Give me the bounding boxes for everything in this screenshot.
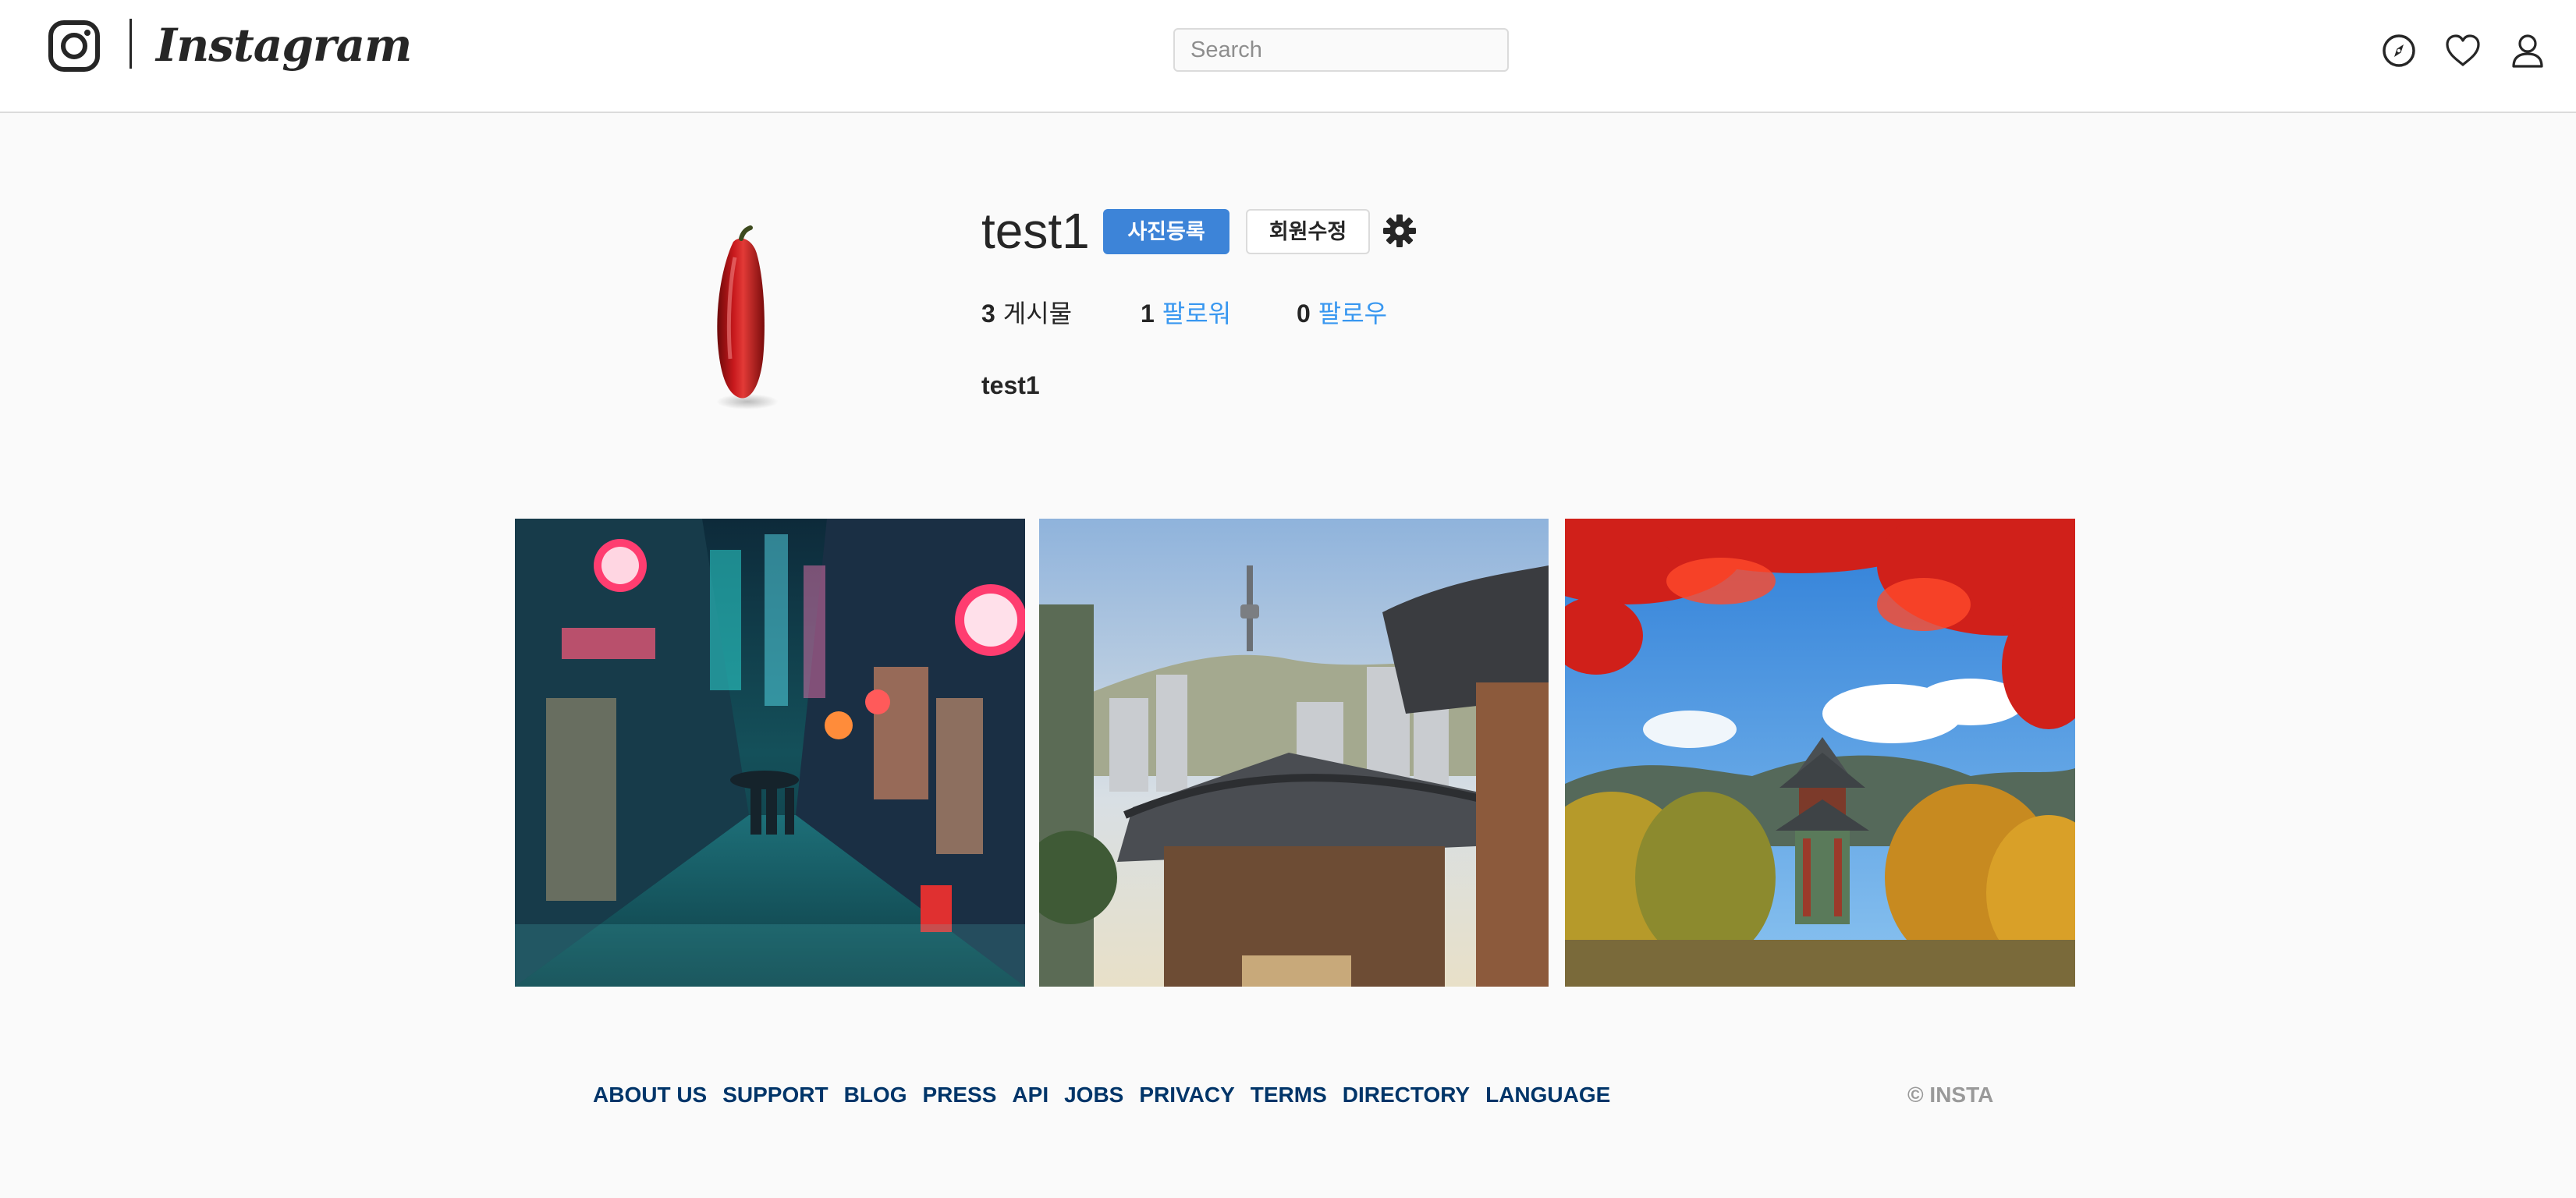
followers-count-value: 1 bbox=[1141, 300, 1155, 328]
gear-icon[interactable] bbox=[1382, 214, 1417, 248]
profile-user-icon[interactable] bbox=[2508, 31, 2547, 70]
logo-divider bbox=[130, 19, 132, 69]
followers-count[interactable]: 1 팔로워 bbox=[1141, 296, 1231, 331]
following-count-value: 0 bbox=[1297, 300, 1311, 328]
footer-link-directory[interactable]: DIRECTORY bbox=[1343, 1078, 1470, 1112]
post-photo-3[interactable] bbox=[1565, 519, 2075, 987]
upload-photo-button[interactable]: 사진등록 bbox=[1103, 209, 1229, 254]
top-navbar: Instagram bbox=[0, 0, 2576, 113]
footer-link-support[interactable]: SUPPORT bbox=[722, 1078, 828, 1112]
following-link[interactable]: 팔로우 bbox=[1318, 300, 1387, 328]
posts-count-value: 3 bbox=[981, 300, 995, 328]
footer-link-terms[interactable]: TERMS bbox=[1251, 1078, 1327, 1112]
edit-profile-button[interactable]: 회원수정 bbox=[1246, 209, 1370, 254]
explore-compass-icon[interactable] bbox=[2379, 31, 2418, 70]
search-input[interactable] bbox=[1173, 28, 1509, 72]
footer-copyright: © INSTA bbox=[1907, 1083, 1994, 1107]
instagram-logo-text[interactable]: Instagram bbox=[156, 14, 412, 76]
heart-icon[interactable] bbox=[2443, 31, 2482, 70]
footer-links: ABOUT US SUPPORT BLOG PRESS API JOBS PRI… bbox=[593, 1078, 1610, 1112]
footer-link-jobs[interactable]: JOBS bbox=[1064, 1078, 1123, 1112]
post-photo-2[interactable] bbox=[1039, 519, 1549, 987]
posts-count: 3 게시물 bbox=[981, 296, 1072, 331]
instagram-glyph-icon[interactable] bbox=[48, 20, 100, 72]
posts-label: 게시물 bbox=[1002, 300, 1073, 328]
profile-username: test1 bbox=[981, 203, 1090, 259]
profile-display-name: test1 bbox=[981, 371, 1040, 399]
footer-link-privacy[interactable]: PRIVACY bbox=[1139, 1078, 1234, 1112]
profile-avatar[interactable] bbox=[679, 211, 811, 445]
footer-link-about-us[interactable]: ABOUT US bbox=[593, 1078, 707, 1112]
footer-link-press[interactable]: PRESS bbox=[922, 1078, 996, 1112]
footer-link-blog[interactable]: BLOG bbox=[844, 1078, 907, 1112]
post-photo-1[interactable] bbox=[515, 519, 1025, 987]
followers-link[interactable]: 팔로워 bbox=[1162, 300, 1231, 328]
footer-link-api[interactable]: API bbox=[1012, 1078, 1048, 1112]
footer-link-language[interactable]: LANGUAGE bbox=[1485, 1078, 1610, 1112]
following-count[interactable]: 0 팔로우 bbox=[1297, 296, 1387, 331]
